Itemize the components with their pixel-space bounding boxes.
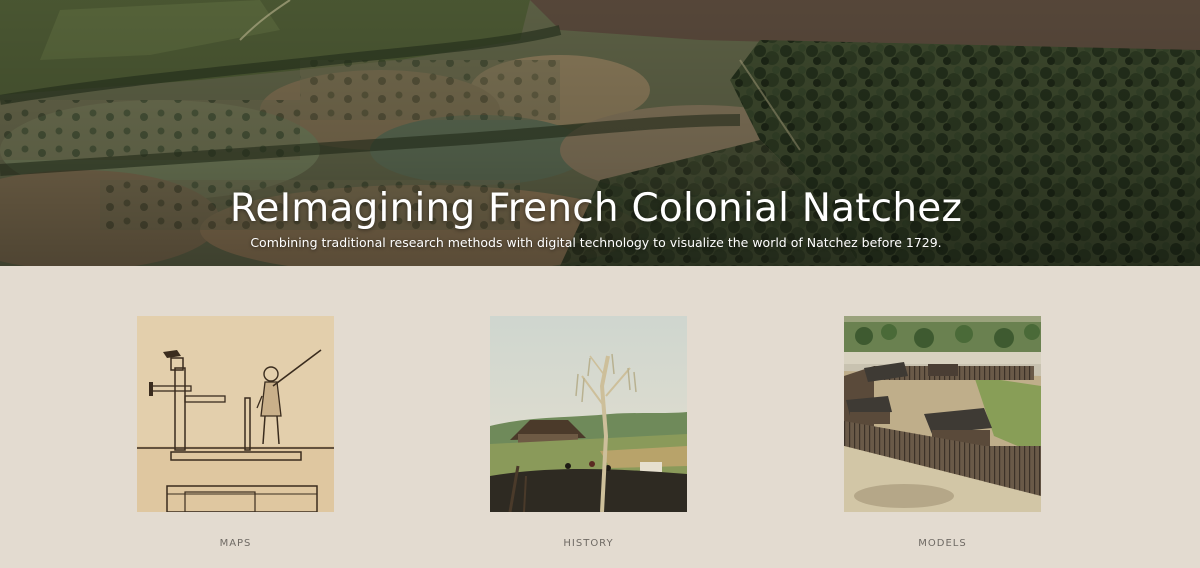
history-card-link[interactable]: HISTORY — [490, 316, 687, 549]
models-thumbnail-image — [844, 316, 1041, 512]
models-card-link[interactable]: MODELS — [844, 316, 1041, 549]
page-subtitle: Combining traditional research methods w… — [250, 235, 942, 250]
maps-thumbnail-image — [137, 316, 334, 512]
models-card-label[interactable]: MODELS — [804, 538, 1081, 549]
hero-banner: ReImagining French Colonial Natchez Comb… — [0, 0, 1200, 266]
history-thumbnail-image — [490, 316, 687, 512]
maps-card-link[interactable]: MAPS — [137, 316, 334, 549]
history-card-label[interactable]: HISTORY — [450, 538, 727, 549]
maps-card-label[interactable]: MAPS — [97, 538, 374, 549]
page-title: ReImagining French Colonial Natchez — [229, 186, 963, 231]
